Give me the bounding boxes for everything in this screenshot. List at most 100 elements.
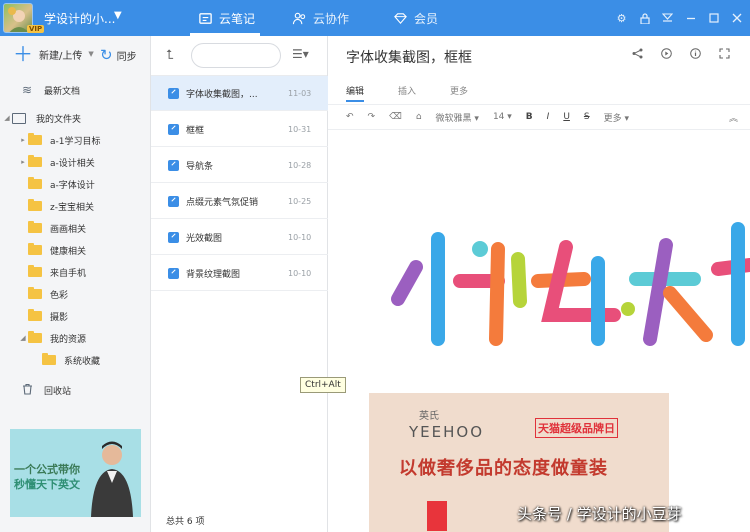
note-content[interactable]: 英氏 YEEHOO 天猫超级品牌日 以做奢侈品的态度做童装 bbox=[328, 131, 750, 532]
skin-icon[interactable] bbox=[662, 13, 673, 24]
note-title: 框框 bbox=[186, 125, 205, 136]
chevron-right-icon[interactable]: ▸ bbox=[18, 158, 28, 166]
chevron-down-icon[interactable]: ◢ bbox=[2, 114, 12, 122]
folder-icon bbox=[28, 199, 42, 211]
format-painter-icon[interactable]: ⌂ bbox=[416, 112, 422, 122]
new-upload-button[interactable]: ＋ 新建/上传 ▼ bbox=[13, 42, 94, 66]
search-input[interactable] bbox=[191, 43, 281, 68]
settings-icon[interactable]: ⚙ bbox=[616, 12, 627, 25]
note-icon bbox=[168, 267, 179, 279]
back-icon[interactable]: ⮤ bbox=[166, 48, 174, 63]
cloud-note-icon bbox=[199, 12, 212, 24]
eraser-icon[interactable]: ⌫ bbox=[389, 112, 402, 122]
account-name[interactable]: 学设计的小... bbox=[44, 10, 115, 27]
editor-tabs: 编辑 插入 更多 bbox=[346, 84, 468, 102]
minimize-icon[interactable] bbox=[685, 13, 696, 24]
promo-banner[interactable]: 一个公式带你 秒懂天下英文 bbox=[10, 429, 141, 517]
italic-icon[interactable]: I bbox=[547, 112, 550, 122]
fullscreen-icon[interactable] bbox=[719, 48, 730, 62]
info-icon[interactable] bbox=[690, 48, 701, 62]
tab-collaboration[interactable]: 云协作 bbox=[292, 0, 349, 36]
sort-menu-icon[interactable]: ☰▾ bbox=[292, 47, 309, 61]
note-list-item[interactable]: 背景纹理截图 10-10 bbox=[151, 256, 328, 291]
note-title: 背景纹理截图 bbox=[186, 269, 241, 280]
maximize-icon[interactable] bbox=[708, 13, 719, 24]
tab-edit[interactable]: 编辑 bbox=[346, 84, 365, 102]
share-icon[interactable] bbox=[632, 48, 643, 62]
sidebar-folder-item[interactable]: 系统收藏 bbox=[0, 349, 151, 371]
note-title[interactable]: 字体收集截图，框框 bbox=[346, 47, 472, 67]
collapse-toolbar-icon[interactable]: ︽ bbox=[729, 111, 738, 124]
sidebar-item-label: z-宝宝相关 bbox=[50, 202, 94, 213]
folder-icon bbox=[28, 243, 42, 255]
plus-icon: ＋ bbox=[13, 42, 33, 66]
sidebar-item-label: a-设计相关 bbox=[50, 158, 95, 169]
tab-cloud-notes[interactable]: 云笔记 bbox=[190, 0, 260, 36]
note-list-item[interactable]: 点缀元素气氛促销 10-25 bbox=[151, 184, 328, 219]
shortcut-tooltip: Ctrl+Alt bbox=[300, 377, 346, 393]
note-date: 11-03 bbox=[288, 88, 312, 98]
font-select[interactable]: 微软雅黑 ▾ bbox=[436, 111, 479, 124]
sidebar-folder-item[interactable]: ▸ a-1学习目标 bbox=[0, 129, 151, 151]
chevron-down-icon: ▼ bbox=[88, 50, 94, 58]
chevron-right-icon[interactable]: ▸ bbox=[18, 136, 28, 144]
sidebar-item-my-folders[interactable]: ◢ 我的文件夹 bbox=[0, 107, 151, 129]
poster-slogan: 以做奢侈品的态度做童装 bbox=[399, 458, 608, 479]
tab-label: 云协作 bbox=[313, 11, 350, 26]
chevron-down-icon[interactable]: ▼ bbox=[114, 10, 122, 21]
strikethrough-icon[interactable]: S bbox=[584, 112, 590, 122]
list-toolbar: ⮤ ☰▾ bbox=[151, 36, 327, 76]
bold-icon[interactable]: B bbox=[526, 112, 533, 122]
note-list-item[interactable]: 字体收集截图，... 11-03 bbox=[151, 76, 328, 111]
lock-icon[interactable] bbox=[639, 12, 650, 24]
sidebar-folder-item[interactable]: 色彩 bbox=[0, 283, 151, 305]
sidebar-folder-item[interactable]: 来自手机 bbox=[0, 261, 151, 283]
sidebar-item-label: a-字体设计 bbox=[50, 180, 95, 191]
sidebar-folder-item[interactable]: ◢ 我的资源 bbox=[0, 327, 151, 349]
folder-outline-icon bbox=[12, 112, 26, 124]
sidebar-item-label: 健康相关 bbox=[50, 246, 87, 257]
play-icon[interactable] bbox=[661, 48, 672, 62]
tab-membership[interactable]: 会员 bbox=[393, 0, 438, 36]
folder-icon bbox=[28, 133, 42, 145]
tab-more[interactable]: 更多 bbox=[450, 84, 468, 102]
underline-icon[interactable]: U bbox=[563, 112, 570, 122]
note-icon bbox=[168, 87, 179, 99]
note-list-item[interactable]: 导航条 10-28 bbox=[151, 148, 328, 183]
sidebar-folder-item[interactable]: z-宝宝相关 bbox=[0, 195, 151, 217]
banner-line2: 秒懂天下英文 bbox=[14, 478, 80, 491]
note-list-item[interactable]: 光效截图 10-10 bbox=[151, 220, 328, 255]
sidebar-item-trash[interactable]: 回收站 bbox=[0, 379, 151, 401]
sync-button[interactable]: ↻ 同步 bbox=[100, 46, 137, 64]
folder-icon bbox=[28, 221, 42, 233]
note-list-item[interactable]: 框框 10-31 bbox=[151, 112, 328, 147]
note-count: 总共 6 项 bbox=[166, 517, 205, 527]
poster-brand-small: 英氏 bbox=[419, 411, 439, 422]
sidebar-folder-item[interactable]: 健康相关 bbox=[0, 239, 151, 261]
note-date: 10-25 bbox=[288, 196, 312, 206]
tab-insert[interactable]: 插入 bbox=[398, 84, 416, 102]
folder-icon bbox=[28, 309, 42, 321]
format-toolbar: ↶ ↷ ⌫ ⌂ 微软雅黑 ▾ 14 ▾ B I U S 更多 ▾ ︽ bbox=[328, 104, 750, 130]
trash-icon bbox=[22, 383, 36, 398]
note-icon bbox=[168, 159, 179, 171]
note-date: 10-28 bbox=[288, 160, 312, 170]
sidebar-item-label: 最新文档 bbox=[44, 86, 81, 97]
undo-icon[interactable]: ↶ bbox=[346, 112, 354, 122]
sidebar-folder-item[interactable]: ▸ a-设计相关 bbox=[0, 151, 151, 173]
sidebar-folder-item[interactable]: 画画相关 bbox=[0, 217, 151, 239]
font-size-select[interactable]: 14 ▾ bbox=[493, 112, 512, 122]
watermark: 头条号 / 学设计的小豆芽 bbox=[517, 505, 682, 523]
chevron-right-icon[interactable]: ◢ bbox=[18, 334, 28, 342]
sidebar-item-recent[interactable]: ≋ 最新文档 bbox=[0, 79, 151, 101]
poster-tmall: 天猫超级品牌日 bbox=[535, 418, 618, 438]
folder-icon bbox=[42, 353, 56, 365]
sidebar-folder-item[interactable]: a-字体设计 bbox=[0, 173, 151, 195]
redo-icon[interactable]: ↷ bbox=[368, 112, 376, 122]
folder-icon bbox=[28, 177, 42, 189]
more-format-button[interactable]: 更多 ▾ bbox=[604, 111, 629, 124]
banner-line1: 一个公式带你 bbox=[14, 463, 80, 476]
sidebar-folder-item[interactable]: 摄影 bbox=[0, 305, 151, 327]
people-icon bbox=[292, 12, 306, 24]
close-icon[interactable] bbox=[731, 13, 742, 24]
